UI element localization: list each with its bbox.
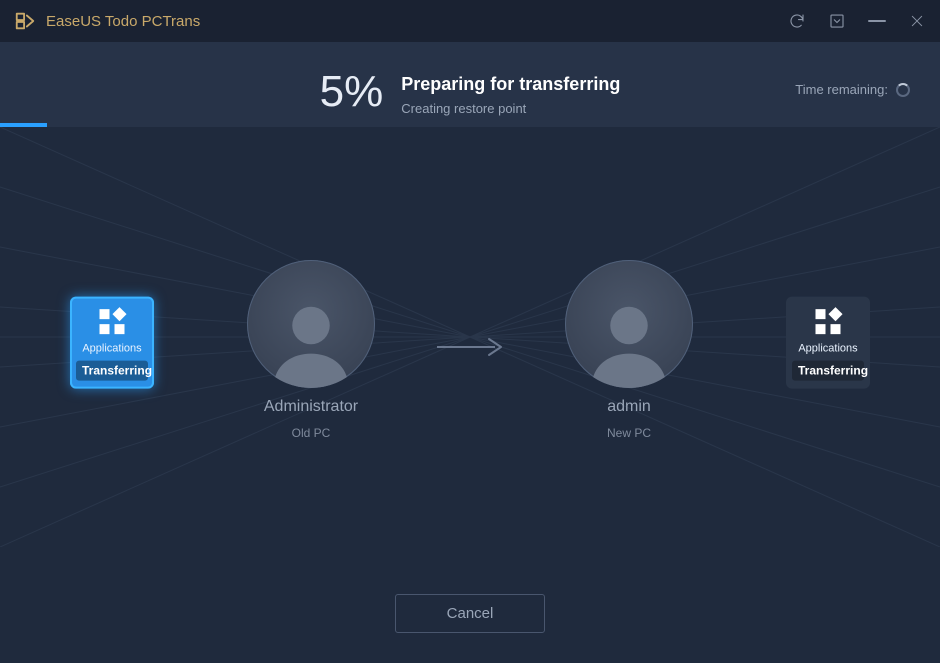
- close-button[interactable]: [908, 12, 926, 30]
- app-window: EaseUS Todo PCTrans 5% Preparing for tra…: [0, 0, 940, 663]
- time-remaining: Time remaining:: [795, 82, 910, 97]
- minimize-button[interactable]: [868, 20, 886, 22]
- new-pc-role: New PC: [607, 426, 651, 440]
- new-pc: admin New PC: [565, 260, 693, 440]
- avatar-icon: [247, 260, 375, 388]
- spinner-icon: [896, 83, 910, 97]
- footer: Cancel: [0, 572, 940, 663]
- arrow-right-icon: [435, 335, 505, 364]
- sync-icon[interactable]: [788, 12, 806, 30]
- status-header: 5% Preparing for transferring Creating r…: [0, 42, 940, 127]
- titlebar-left: EaseUS Todo PCTrans: [14, 10, 200, 32]
- status-heading: Preparing for transferring: [401, 74, 620, 95]
- cancel-button[interactable]: Cancel: [395, 594, 545, 633]
- titlebar: EaseUS Todo PCTrans: [0, 0, 940, 42]
- status-text: Preparing for transferring Creating rest…: [401, 70, 620, 116]
- app-title: EaseUS Todo PCTrans: [46, 13, 200, 30]
- old-pc-name: Administrator: [264, 398, 358, 416]
- time-remaining-label: Time remaining:: [795, 82, 888, 97]
- app-logo-icon: [14, 10, 36, 32]
- progress-percent: 5%: [320, 70, 384, 114]
- new-pc-name: admin: [607, 398, 651, 416]
- titlebar-right: [788, 12, 926, 30]
- main-area: Applications Transferring Applications T…: [0, 127, 940, 572]
- avatar-icon: [565, 260, 693, 388]
- status-center: 5% Preparing for transferring Creating r…: [320, 70, 621, 116]
- dropdown-icon[interactable]: [828, 12, 846, 30]
- old-pc-role: Old PC: [292, 426, 331, 440]
- status-sub: Creating restore point: [401, 101, 620, 116]
- transfer-row: Administrator Old PC admin New PC: [0, 260, 940, 440]
- old-pc: Administrator Old PC: [247, 260, 375, 440]
